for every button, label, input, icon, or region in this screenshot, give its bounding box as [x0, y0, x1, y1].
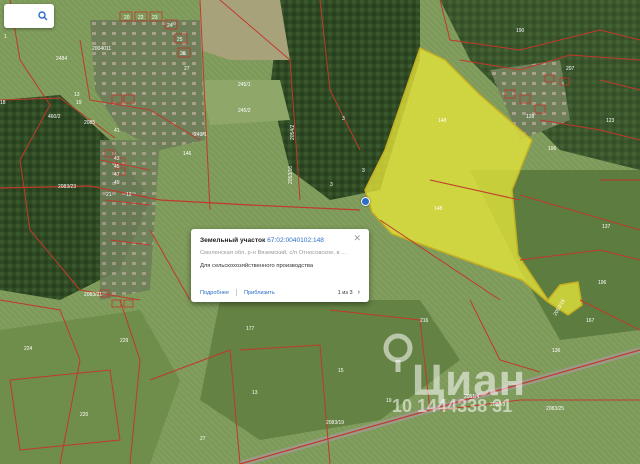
parcel-label: 13 — [252, 390, 258, 396]
parcel-label: 196 — [548, 146, 557, 152]
parcel-label: 13 — [74, 92, 80, 98]
parcel-label: 190 — [516, 28, 525, 34]
parcel-label: 146 — [183, 151, 192, 157]
parcel-label: 207 — [566, 66, 575, 72]
parcel-label: 2085 — [84, 120, 95, 126]
cadastral-number[interactable]: 67:02:0040102:148 — [267, 237, 324, 244]
parcel-label: 21 — [106, 192, 112, 198]
parcel-label: 27 — [200, 436, 206, 442]
parcel-label: 137 — [602, 224, 611, 230]
parcel-label: 224 — [24, 346, 33, 352]
watermark-logo-icon — [383, 333, 413, 372]
parcel-label: 49 — [114, 180, 120, 186]
parcel-label: 45 — [114, 164, 120, 170]
parcel-label: 24 — [167, 23, 173, 29]
search-icon — [38, 11, 48, 21]
parcel-label: 1 — [4, 34, 7, 40]
parcel-label: 245/2 — [238, 108, 251, 114]
parcel-label: 220 — [80, 412, 89, 418]
parcel-label: 128 — [526, 114, 535, 120]
parcel-label: 167 — [586, 318, 595, 324]
parcel-label: 249/1 — [194, 132, 207, 138]
parcel-label: 12 — [126, 192, 132, 198]
parcel-label: 2054/2 — [290, 124, 296, 140]
search-button[interactable] — [4, 4, 54, 28]
plowed-field — [200, 0, 290, 60]
parcel-label: 216 — [420, 318, 429, 324]
details-link[interactable]: Подробнее — [200, 290, 229, 296]
pager-text: 1 из 3 — [337, 289, 353, 296]
parcel-label: 19 — [386, 398, 392, 404]
parcel-label: 196 — [598, 280, 607, 286]
parcel-purpose: Для сельскохозяйственного производства — [200, 263, 314, 269]
divider — [236, 289, 238, 296]
parcel-label: 2083/25 — [546, 406, 564, 412]
parcel-label: 23 — [152, 15, 158, 21]
parcel-label: 27 — [184, 66, 190, 72]
zoom-link[interactable]: Приблизить — [244, 290, 275, 296]
parcel-label: 2053/16 — [288, 166, 294, 184]
parcel-label: 229 — [120, 338, 129, 344]
parcel-label: 136 — [552, 348, 561, 354]
parcel-label: 19 — [76, 100, 82, 106]
parcel-info-popup: ✕ Земельный участок 67:02:0040102:148 См… — [191, 229, 369, 302]
popup-title: Земельный участок 67:02:0040102:148 — [200, 237, 360, 244]
parcel-label: 2083/23 — [58, 184, 76, 190]
parcel-label: 460/2 — [48, 114, 61, 120]
parcel-label: 47 — [114, 172, 120, 178]
parcel-label: 148 — [434, 206, 443, 212]
parcel-label: 18 — [0, 100, 6, 106]
parcel-label: 2083/19 — [326, 420, 344, 426]
watermark-code: 10 1444338 31 — [392, 396, 513, 416]
parcel-label: 41 — [114, 128, 120, 134]
parcel-label: 20 — [124, 15, 130, 21]
popup-footer: Подробнее Приблизить 1 из 3 › — [200, 289, 360, 296]
location-pin[interactable] — [361, 197, 370, 206]
parcel-label: 177 — [246, 326, 255, 332]
parcel-label: 15 — [338, 368, 344, 374]
parcel-label: 148 — [438, 118, 447, 124]
parcel-label: 3 — [362, 168, 365, 174]
chevron-right-icon[interactable]: › — [358, 289, 360, 296]
parcel-label: 25 — [177, 37, 183, 43]
parcel-label: 43 — [114, 156, 120, 162]
close-icon[interactable]: ✕ — [353, 234, 361, 243]
meadow — [0, 310, 180, 464]
parcel-label: 3 — [342, 116, 345, 122]
parcel-type-label: Земельный участок — [200, 237, 266, 244]
parcel-label: 26 — [180, 51, 186, 57]
parcel-label: 22 — [138, 15, 144, 21]
parcel-label: 2083/21 — [84, 292, 102, 298]
parcel-address: Смоленская обл, р-н Вяземский, с/п Относ… — [200, 250, 347, 256]
parcel-label: 245/1 — [238, 82, 251, 88]
parcel-label: 3 — [330, 182, 333, 188]
parcel-label: 2484 — [56, 56, 67, 62]
parcel-label: 2004011 — [92, 46, 111, 52]
parcel-label: 123 — [606, 118, 615, 124]
